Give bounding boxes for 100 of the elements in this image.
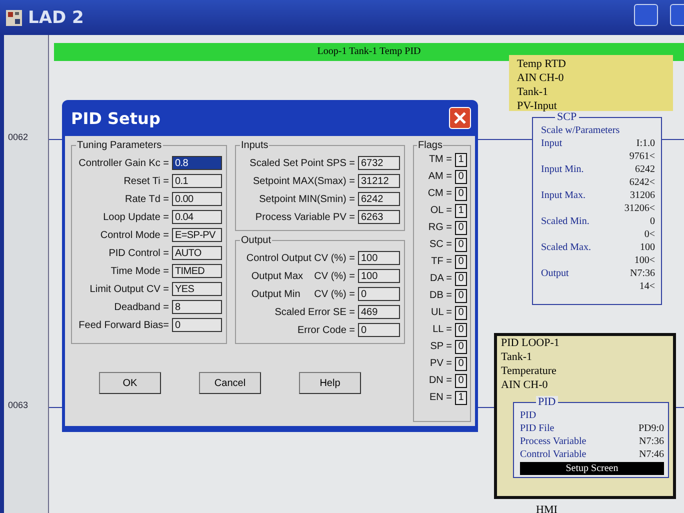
comment-line: Tank-1	[517, 85, 549, 99]
rung-title-bar: Loop-1 Tank-1 Temp PID	[54, 43, 684, 61]
group-title: Inputs	[240, 140, 270, 151]
field-label: Output Max CV (%) =	[251, 270, 355, 282]
comment-line: PID LOOP-1	[501, 336, 560, 350]
field-label: Deadband =	[114, 302, 169, 312]
flag-label: DA =	[430, 273, 452, 284]
field-label: Control Mode =	[100, 230, 169, 240]
input-field[interactable]: TIMED	[172, 264, 222, 278]
field-label: Limit Output CV =	[90, 284, 169, 294]
parameter-value: N7:36	[639, 435, 664, 448]
flag-value: 0	[455, 340, 467, 354]
flag-value: 0	[455, 170, 467, 184]
parameter-label: Input Min.	[541, 163, 584, 176]
parameter-address: I:1.0	[636, 137, 655, 150]
field-label: Controller Gain Kc =	[78, 158, 169, 168]
parameter-address: 0	[650, 215, 655, 228]
block-subtitle: Scale w/Parameters	[541, 124, 621, 137]
app-icon	[6, 10, 22, 26]
flag-value: 0	[455, 238, 467, 252]
field-label: Error Code =	[297, 324, 355, 336]
input-field[interactable]: 0.8	[172, 156, 222, 170]
input-field[interactable]: 0	[358, 323, 400, 337]
flag-label: EN =	[429, 392, 452, 403]
input-field[interactable]: 469	[358, 305, 400, 319]
flag-label: LL =	[432, 324, 452, 335]
parameter-label: Output	[541, 267, 569, 280]
flag-label: OL =	[430, 205, 452, 216]
field-label: Output Min CV (%) =	[251, 288, 355, 300]
window-title: LAD 2	[28, 8, 84, 28]
dialog-button[interactable]: OK	[99, 372, 161, 394]
field-label: Setpoint MAX(Smax) =	[253, 176, 355, 186]
parameter-label: Input	[541, 137, 562, 150]
field-label: Control Output CV (%) =	[246, 252, 355, 264]
input-field[interactable]: 0.00	[172, 192, 222, 206]
input-field[interactable]: 0	[358, 287, 400, 301]
parameter-value: N7:46	[639, 448, 664, 461]
field-label: Reset Ti =	[124, 176, 169, 186]
input-field[interactable]: 100	[358, 251, 400, 265]
input-field[interactable]: E=SP-PV	[172, 228, 222, 242]
input-field[interactable]: 0	[172, 318, 222, 332]
field-label: Setpoint MIN(Smin) =	[259, 194, 355, 204]
flag-label: DN =	[428, 375, 452, 386]
flag-label: CM =	[428, 188, 452, 199]
flag-value: 1	[455, 204, 467, 218]
input-field[interactable]: 31212	[358, 174, 400, 188]
flag-value: 0	[455, 288, 467, 302]
close-icon	[453, 111, 467, 125]
group-title: Tuning Parameters	[76, 140, 163, 151]
flag-label: SC =	[429, 239, 452, 250]
block-subtitle: PID	[520, 409, 538, 422]
parameter-label: Process Variable	[520, 435, 586, 448]
flag-label: TM =	[428, 154, 452, 165]
input-field[interactable]: 8	[172, 300, 222, 314]
group-title: Output	[240, 235, 272, 246]
flag-value: 0	[455, 186, 467, 200]
flag-label: AM =	[428, 171, 452, 182]
parameter-value: 31206<	[624, 202, 655, 215]
flag-value: 0	[455, 374, 467, 388]
flag-value: 1	[455, 152, 467, 166]
comment-text: HMI	[536, 504, 558, 513]
dialog-button[interactable]: Cancel	[199, 372, 261, 394]
field-label: Scaled Error SE =	[274, 306, 355, 318]
flag-label: DB =	[429, 290, 452, 301]
parameter-value: 100<	[634, 254, 655, 267]
input-field[interactable]: YES	[172, 282, 222, 296]
group-title: Flags	[417, 140, 444, 151]
flag-label: RG =	[428, 222, 452, 233]
input-field[interactable]: 6732	[358, 156, 400, 170]
parameter-value: 9761<	[629, 150, 655, 163]
flag-value: 0	[455, 356, 467, 370]
parameter-label: Control Variable	[520, 448, 586, 461]
flag-value: 0	[455, 220, 467, 234]
field-label: Scaled Set Point SPS =	[250, 158, 355, 168]
parameter-address: 6242	[635, 163, 655, 176]
setup-screen-button[interactable]: Setup Screen	[520, 462, 664, 475]
parameter-address: N7:36	[630, 267, 655, 280]
flag-label: SP =	[430, 341, 452, 352]
field-label: Loop Update =	[103, 212, 169, 222]
flag-value: 0	[455, 322, 467, 336]
minimize-button[interactable]	[634, 4, 658, 26]
input-field[interactable]: 0.1	[172, 174, 222, 188]
close-button[interactable]	[449, 107, 471, 129]
flag-label: UL =	[430, 307, 452, 318]
comment-line: AIN CH-0	[501, 378, 549, 392]
parameter-address: 100	[640, 241, 655, 254]
flag-value: 0	[455, 272, 467, 286]
rung-number: 0063	[8, 400, 28, 410]
parameter-label: PID File	[520, 422, 554, 435]
field-label: Time Mode =	[110, 266, 169, 276]
input-field[interactable]: 6242	[358, 192, 400, 206]
parameter-label: Input Max.	[541, 189, 586, 202]
input-field[interactable]: 6263	[358, 210, 400, 224]
field-label: Process Variable PV =	[255, 212, 355, 222]
input-field[interactable]: 100	[358, 269, 400, 283]
parameter-label: Scaled Max.	[541, 241, 591, 254]
input-field[interactable]: AUTO	[172, 246, 222, 260]
dialog-button[interactable]: Help	[299, 372, 361, 394]
input-field[interactable]: 0.04	[172, 210, 222, 224]
parameter-label: Scaled Min.	[541, 215, 590, 228]
